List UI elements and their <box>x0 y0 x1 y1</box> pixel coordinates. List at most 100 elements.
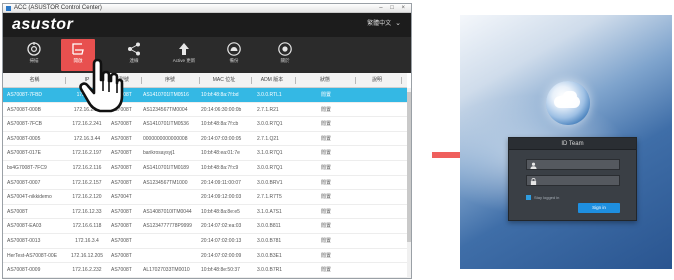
table-row[interactable]: AS7008T-000B 172.16.2.21 AS7008T AS1234567T… <box>3 103 407 118</box>
cell-ip: 172.16.6.118 <box>72 223 102 230</box>
cell-name: AS7008T-0009 <box>7 267 41 274</box>
username-field[interactable] <box>526 159 620 170</box>
table-scrollbar[interactable] <box>407 88 411 278</box>
cell-model: AS7008T <box>111 237 132 244</box>
cell-model: AS7008T <box>111 164 132 171</box>
cell-serial: barikrosaysyj1 <box>143 150 175 157</box>
scan-button[interactable]: 掃描 <box>17 39 51 71</box>
cell-ip: 172.16.2.116 <box>72 164 102 171</box>
upload-icon <box>179 43 189 55</box>
cell-name: AS7008T-000B <box>7 106 41 113</box>
cell-status: 閒置 <box>321 252 332 259</box>
table-row[interactable]: bs4G7008T-7FC9 172.16.2.116 AS7008T AS14107… <box>3 161 407 176</box>
open-icon <box>72 43 84 55</box>
cell-serial: AS1410701ITM0516 <box>143 92 189 98</box>
cell-serial: AS1410701ITM0536 <box>143 121 189 128</box>
cell-ip: 172.16.3.4 <box>75 237 99 244</box>
cell-ip: 172.16.2.197 <box>72 150 102 157</box>
about-button[interactable]: 關於 <box>268 39 302 71</box>
cell-name: AS7008T-7FCB <box>7 121 43 128</box>
table-row[interactable]: AS7008T-017E 172.16.2.197 AS7008T barikrosa… <box>3 146 407 161</box>
table-row[interactable]: AS7004T-nikkidemo 172.16.2.120 AS7004T 20:1… <box>3 190 407 205</box>
cell-adm: 3.0.0.B7R1 <box>257 267 283 274</box>
cell-ip: 172.16.12.205 <box>71 252 103 259</box>
column-header-status[interactable]: 狀態 <box>297 73 353 88</box>
column-divider <box>355 77 356 84</box>
password-input[interactable] <box>540 176 618 185</box>
cell-status: 閒置 <box>321 106 332 113</box>
cell-mac: 10:bf:48:8a:7f:c8 <box>201 278 251 279</box>
column-header-mac[interactable]: MAC 位址 <box>201 73 247 88</box>
cell-mac: 10:bf:48:8a:7f:bd <box>201 92 239 98</box>
connect-icon <box>128 42 140 56</box>
sign-in-button[interactable]: Sign in <box>578 203 620 213</box>
toolbar: 掃描 開啟 連線 Active 更新 備份 關於 <box>3 37 411 73</box>
table-row[interactable]: AS7008T-7FCB 172.16.2.241 AS7008T AS1410701… <box>3 117 407 132</box>
username-input[interactable] <box>540 160 618 169</box>
column-header-adm[interactable]: ADM 版本 <box>253 73 291 88</box>
language-select[interactable]: 繁體中文 ⌄ <box>367 19 401 29</box>
cell-adm: 3.1.0.A7S1 <box>257 208 282 215</box>
backup-label: 備份 <box>229 58 239 63</box>
login-title: ID Team <box>509 138 636 150</box>
table-row[interactable]: AS7008T-0005 172.16.3.44 AS7008T 0000000000… <box>3 132 407 147</box>
table-row[interactable]: AS7008T-7FBD172.16.2.AS7008TAS1410701ITM… <box>3 88 407 103</box>
cell-status: 閒置 <box>321 121 332 128</box>
table-row[interactable]: AS7008T 172.16.12.33 AS7008T AS14087010ITM0… <box>3 205 407 220</box>
cell-status: 閒置 <box>321 164 332 171</box>
table-row[interactable]: AS7008T-EA03 172.16.6.118 AS7008T AS1234777… <box>3 219 407 234</box>
cell-mac: 10:bf:48:ea:01:7e <box>201 150 240 157</box>
backup-button[interactable]: 備份 <box>217 39 251 71</box>
cell-name: HerTest-AS7008T-00E <box>7 252 58 259</box>
window-controls[interactable]: – □ × <box>379 4 408 13</box>
cell-mac: 10:bf:48:8a:8e:e5 <box>201 208 240 215</box>
cell-model: AS7008T <box>111 208 132 215</box>
remember-me[interactable]: Stay logged in <box>526 195 559 201</box>
cell-mac: 10:bf:48:8a:7f:c9 <box>201 164 239 171</box>
cell-mac: 20:14:06:30:00:0b <box>201 106 242 113</box>
table-row[interactable]: AS7008T-0013 172.16.3.4 AS7008T 20:14:07:02… <box>3 234 407 249</box>
cell-adm: 2.7.1.Q21 <box>257 135 279 142</box>
cell-name: AS7008T <box>7 208 28 215</box>
cell-mac: 20:14:07:02:00:13 <box>201 237 242 244</box>
user-icon <box>530 162 537 169</box>
cell-adm: 3.0.0.B811 <box>257 223 281 230</box>
cell-name: AS7008T-0007 <box>7 179 41 186</box>
cell-adm: 3.0.0.R7Q1 <box>257 278 295 279</box>
cell-status: 閒置 <box>321 194 332 201</box>
cell-name: AS7008T-0013 <box>7 237 41 244</box>
cell-mac: 20:14:09:12:00:03 <box>201 194 242 201</box>
cell-mac: 20:14:07:03:00:05 <box>201 135 242 142</box>
table-header: 名稱 IP 型號 序號 MAC 位址 ADM 版本 狀態 說明 <box>3 73 407 88</box>
cell-model: AS7008T <box>111 135 132 142</box>
about-label: 關於 <box>280 58 290 63</box>
cell-adm: 3.0.0.BRV1 <box>257 179 283 186</box>
scrollbar-thumb[interactable] <box>407 92 411 242</box>
table-row[interactable]: AS7008T-0007 172.16.2.157 AS7008T AS1234567… <box>3 176 407 191</box>
hand-pointer-icon <box>79 58 124 113</box>
column-header-note[interactable]: 說明 <box>357 73 397 88</box>
active-update-button[interactable]: Active 更新 <box>167 39 201 71</box>
column-divider <box>199 77 200 84</box>
password-field[interactable] <box>526 175 620 186</box>
cell-ip: 172.16.2.241 <box>72 121 102 128</box>
acc-window: ACC (ASUSTOR Control Center) – □ × asust… <box>2 3 412 279</box>
brand-bar: asustor 繁體中文 ⌄ <box>3 13 411 37</box>
table-row[interactable]: AS7008T-7FC8 172.16.2.146 AS7008T 10:bf:48:… <box>3 278 407 279</box>
column-header-name[interactable]: 名稱 <box>7 73 62 88</box>
cell-adm: 3.0.0.B3E1 <box>257 252 282 259</box>
cell-model: AS7008T <box>111 278 141 279</box>
column-header-serial[interactable]: 序號 <box>143 73 197 88</box>
scan-icon <box>27 42 41 56</box>
cell-serial: AS1410701ITM0189 <box>143 164 189 171</box>
cell-mac: 10:bf:48:8e:50:37 <box>201 267 240 274</box>
remember-checkbox[interactable] <box>526 195 531 200</box>
app-icon <box>6 6 11 11</box>
cell-name: bs4G7008T-7FC9 <box>7 164 47 171</box>
cell-ip: 172.16.12.33 <box>72 208 102 215</box>
scan-label: 掃描 <box>29 58 39 63</box>
table-row[interactable]: AS7008T-0009 172.16.2.232 AS7008T AL1702703… <box>3 263 407 278</box>
language-label: 繁體中文 <box>367 21 392 27</box>
table-row[interactable]: HerTest-AS7008T-00E 172.16.12.205 AS7008T 2… <box>3 249 407 264</box>
cell-adm: 2.7.1.R21 <box>257 106 279 113</box>
